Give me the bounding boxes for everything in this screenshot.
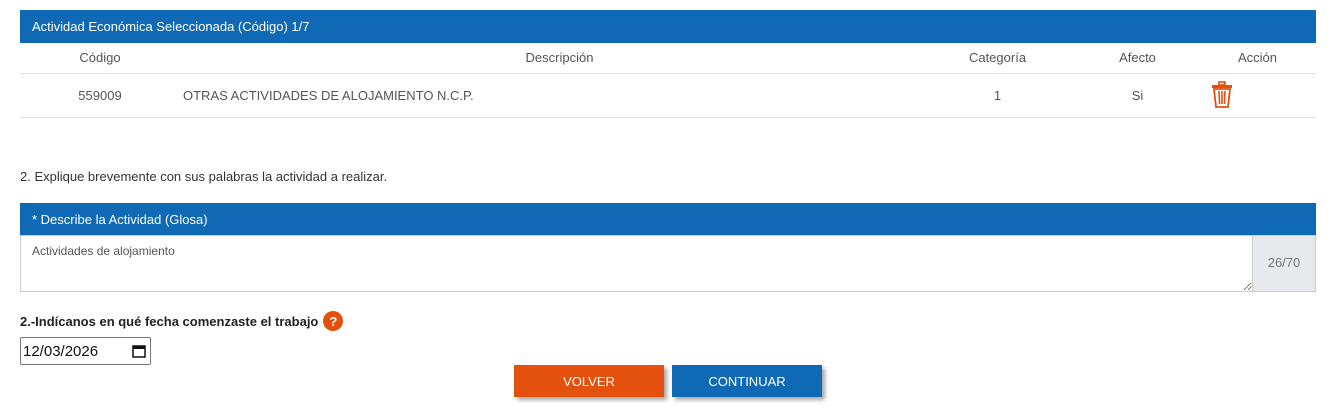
date-question: 2.-Indícanos en qué fecha comenzaste el … [20, 311, 344, 331]
column-header-codigo: Código [20, 43, 180, 74]
date-value: 12/03/2026 [23, 342, 99, 360]
date-question-label: 2.-Indícanos en qué fecha comenzaste el … [20, 313, 319, 329]
start-date-input[interactable]: 12/03/2026 [20, 337, 151, 365]
activity-panel-header: Actividad Económica Seleccionada (Código… [20, 10, 1316, 43]
cell-afecto: Si [1076, 73, 1199, 118]
question-explain-activity: 2. Explique brevemente con sus palabras … [20, 169, 388, 184]
help-icon[interactable]: ? [323, 311, 344, 331]
table-row: 559009 OTRAS ACTIVIDADES DE ALOJAMIENTO … [20, 73, 1316, 118]
cell-codigo: 559009 [20, 73, 180, 118]
cell-categoria: 1 [919, 73, 1076, 118]
column-header-descripcion: Descripción [180, 43, 919, 74]
calendar-icon[interactable] [132, 344, 146, 358]
continuar-button[interactable]: CONTINUAR [672, 365, 822, 397]
column-header-categoria: Categoría [919, 43, 1076, 74]
trash-icon[interactable] [1211, 81, 1233, 109]
glosa-panel-header: * Describe la Actividad (Glosa) [20, 203, 1316, 236]
column-header-accion: Acción [1199, 43, 1316, 74]
glosa-textarea[interactable]: Actividades de alojamiento [21, 236, 1252, 291]
activities-table: Código Descripción Categoría Afecto Acci… [20, 43, 1316, 118]
table-header-row: Código Descripción Categoría Afecto Acci… [20, 43, 1316, 74]
char-counter: 26/70 [1252, 236, 1315, 291]
volver-button[interactable]: VOLVER [514, 365, 664, 397]
glosa-field-group: Actividades de alojamiento 26/70 [20, 235, 1316, 292]
cell-accion [1199, 73, 1316, 118]
column-header-afecto: Afecto [1076, 43, 1199, 74]
cell-descripcion: OTRAS ACTIVIDADES DE ALOJAMIENTO N.C.P. [180, 73, 919, 118]
